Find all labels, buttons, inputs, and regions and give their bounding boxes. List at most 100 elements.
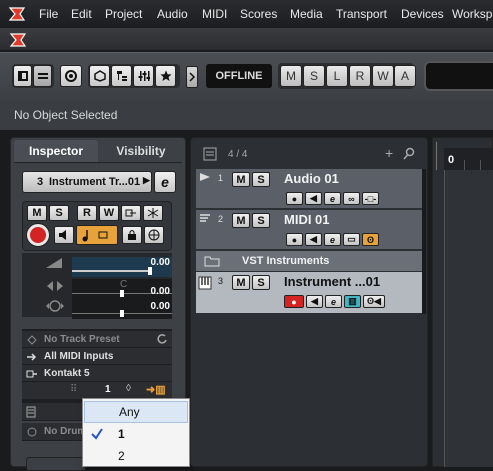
listen-all-button[interactable]: L <box>326 65 348 87</box>
write-automation-button[interactable]: W <box>99 205 119 221</box>
next-track-icon[interactable]: ▶ <box>143 175 150 186</box>
track-edit-button[interactable]: e <box>324 192 341 205</box>
link-button[interactable] <box>121 205 141 221</box>
midi-input-row[interactable]: All MIDI Inputs <box>22 348 172 365</box>
track-row-folder[interactable]: VST Instruments <box>196 251 422 271</box>
read-automation-button[interactable]: R <box>77 205 97 221</box>
track-instrument-button[interactable]: ▥ <box>344 295 361 308</box>
pan-icon <box>47 281 63 291</box>
track-delay-control[interactable]: 0.00 <box>72 299 172 319</box>
transport-display[interactable] <box>424 61 493 91</box>
track-name-selector[interactable]: 3 Instrument Tr...01 ▶ <box>22 171 152 193</box>
dropdown-option-any[interactable]: Any <box>84 401 188 423</box>
menu-transport[interactable]: Transport <box>336 7 387 21</box>
track-list-scrollbar[interactable] <box>422 169 426 314</box>
menu-workspaces[interactable]: Worksp <box>452 7 492 21</box>
track-lanes-button[interactable]: ∞ <box>343 192 360 205</box>
mixer-button[interactable] <box>133 65 154 87</box>
record-enable-button[interactable] <box>26 223 50 247</box>
chevron-right-icon <box>189 72 196 82</box>
track-list-menu-icon[interactable] <box>203 147 217 161</box>
track-name: Instrument Tr...01 <box>49 176 141 188</box>
pan-control[interactable]: C 0.00 <box>72 279 172 299</box>
dropdown-option-2[interactable]: 2 <box>84 445 188 467</box>
solo-button[interactable]: S <box>49 205 69 221</box>
info-line-toggle[interactable] <box>33 65 52 87</box>
track-monitor-button[interactable]: ◀ <box>305 233 322 246</box>
lock-button[interactable] <box>122 226 142 244</box>
info-line-text: No Object Selected <box>14 108 118 122</box>
activate-project-button[interactable] <box>60 65 82 87</box>
track-mute-button[interactable]: M <box>232 172 250 187</box>
monitor-button[interactable] <box>54 226 74 244</box>
track-timebase-button[interactable]: ʘ <box>362 233 379 246</box>
track-monitor-button[interactable]: ◀ <box>305 192 322 205</box>
project-window-logo-icon <box>9 33 27 47</box>
mute-all-button[interactable]: M <box>280 65 302 87</box>
timebase-button[interactable] <box>76 225 118 245</box>
freeze-button[interactable] <box>143 205 163 221</box>
track-mute-button[interactable]: M <box>232 275 250 290</box>
track-record-button[interactable]: ● <box>286 192 303 205</box>
track-record-button[interactable]: ● <box>284 295 304 308</box>
track-monitor-button[interactable]: ◀ <box>306 295 323 308</box>
menu-media[interactable]: Media <box>290 7 323 21</box>
cubase-logo-icon[interactable] <box>6 4 28 24</box>
search-icon[interactable] <box>403 147 416 160</box>
media-bay-button[interactable] <box>89 65 110 87</box>
read-all-button[interactable]: R <box>349 65 371 87</box>
track-record-button[interactable]: ● <box>286 233 303 246</box>
track-solo-button[interactable]: S <box>252 275 270 290</box>
track-preset-row[interactable]: No Track Preset <box>22 331 172 348</box>
favorites-button[interactable] <box>155 65 176 87</box>
project-structure-button[interactable] <box>111 65 132 87</box>
dropdown-option-1[interactable]: 1 <box>84 423 188 445</box>
track-list-button[interactable]: ▭ <box>343 233 360 246</box>
menu-project[interactable]: Project <box>105 7 142 21</box>
track-name[interactable]: Instrument ...01 <box>284 274 380 289</box>
track-name[interactable]: MIDI 01 <box>284 212 330 227</box>
track-mute-button[interactable]: M <box>232 213 250 228</box>
track-solo-button[interactable]: S <box>252 213 270 228</box>
midi-input-label: All MIDI Inputs <box>44 350 114 362</box>
add-track-icon[interactable]: + <box>385 145 393 161</box>
lanes-button[interactable] <box>144 226 164 244</box>
menu-devices[interactable]: Devices <box>401 7 444 21</box>
event-lanes[interactable] <box>444 170 493 467</box>
automation-mode-button[interactable]: A <box>394 65 416 87</box>
menu-file[interactable]: File <box>39 7 58 21</box>
speaker-icon <box>59 230 66 240</box>
output-row[interactable]: Kontakt 5 <box>22 365 172 382</box>
solo-all-button[interactable]: S <box>303 65 325 87</box>
track-insert-button[interactable]: -□- <box>362 192 379 205</box>
volume-fader[interactable]: 0.00 <box>72 257 172 277</box>
menu-audio[interactable]: Audio <box>157 7 188 21</box>
right-zone-toggle[interactable] <box>186 66 198 88</box>
delay-handle[interactable] <box>120 310 124 317</box>
track-edit-button[interactable]: e <box>325 295 342 308</box>
channel-grip-icon: ⠿ <box>70 384 78 395</box>
mute-button[interactable]: M <box>27 205 47 221</box>
track-solo-button[interactable]: S <box>252 172 270 187</box>
track-row-midi[interactable]: 2 M S MIDI 01 ● ◀ e ▭ ʘ <box>196 210 422 250</box>
edit-instrument-icon[interactable]: ➜▥ <box>146 383 166 396</box>
volume-fader-handle[interactable] <box>148 267 152 275</box>
pan-handle[interactable] <box>120 290 124 297</box>
track-row-audio[interactable]: 1 M S Audio 01 ● ◀ e ∞ -□- <box>196 169 422 209</box>
next-section-header[interactable] <box>26 457 86 471</box>
track-timebase-button[interactable]: ʘ◀ <box>363 295 385 308</box>
channel-row[interactable]: ⠿ 1 ◊ ➜▥ <box>22 382 172 399</box>
track-row-instrument[interactable]: 3 M S Instrument ...01 ● ◀ e ▥ ʘ◀ <box>196 272 422 314</box>
menu-midi[interactable]: MIDI <box>202 7 227 21</box>
menu-edit[interactable]: Edit <box>71 7 92 21</box>
tab-inspector[interactable]: Inspector <box>14 140 98 162</box>
edit-instrument-button[interactable]: e <box>154 171 176 193</box>
write-all-button[interactable]: W <box>372 65 394 87</box>
menu-scores[interactable]: Scores <box>240 7 277 21</box>
power-icon <box>65 70 77 82</box>
left-zone-toggle[interactable] <box>13 65 32 87</box>
track-edit-button[interactable]: e <box>324 233 341 246</box>
ruler[interactable]: 0 <box>444 148 493 170</box>
track-name[interactable]: Audio 01 <box>284 171 339 186</box>
tab-visibility[interactable]: Visibility <box>104 140 178 162</box>
